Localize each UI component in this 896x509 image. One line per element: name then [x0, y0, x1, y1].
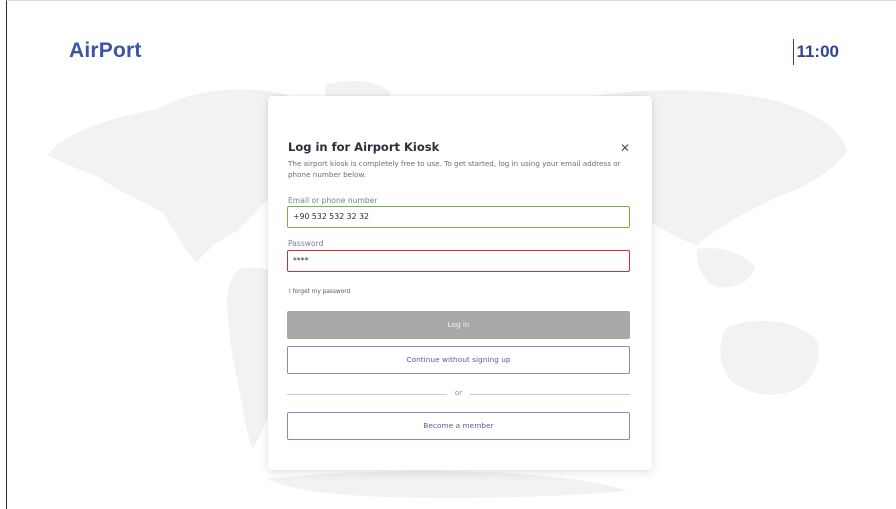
email-field[interactable]: +90 532 532 32 32 — [287, 206, 630, 228]
close-icon[interactable]: ✕ — [620, 142, 630, 154]
clock: 11:00 — [793, 39, 839, 65]
divider-line-right — [470, 394, 630, 395]
password-label: Password — [288, 239, 324, 248]
login-dialog: Log in for Airport Kiosk ✕ The airport k… — [268, 96, 652, 470]
become-member-button[interactable]: Become a member — [287, 412, 630, 440]
continue-without-signup-button[interactable]: Continue without signing up — [287, 346, 630, 374]
kiosk-screen: AirPort 11:00 Log in for Airport Kiosk ✕… — [6, 0, 896, 509]
or-divider: or — [287, 389, 630, 399]
dialog-description: The airport kiosk is completely free to … — [288, 159, 621, 179]
email-label: Email or phone number — [288, 196, 378, 205]
divider-text: or — [454, 389, 463, 397]
login-button[interactable]: Log in — [287, 311, 630, 339]
password-field[interactable]: **** — [287, 250, 630, 272]
dialog-title: Log in for Airport Kiosk — [288, 140, 440, 154]
forgot-password-link[interactable]: I forget my password — [289, 289, 350, 295]
app-logo: AirPort — [69, 39, 142, 62]
